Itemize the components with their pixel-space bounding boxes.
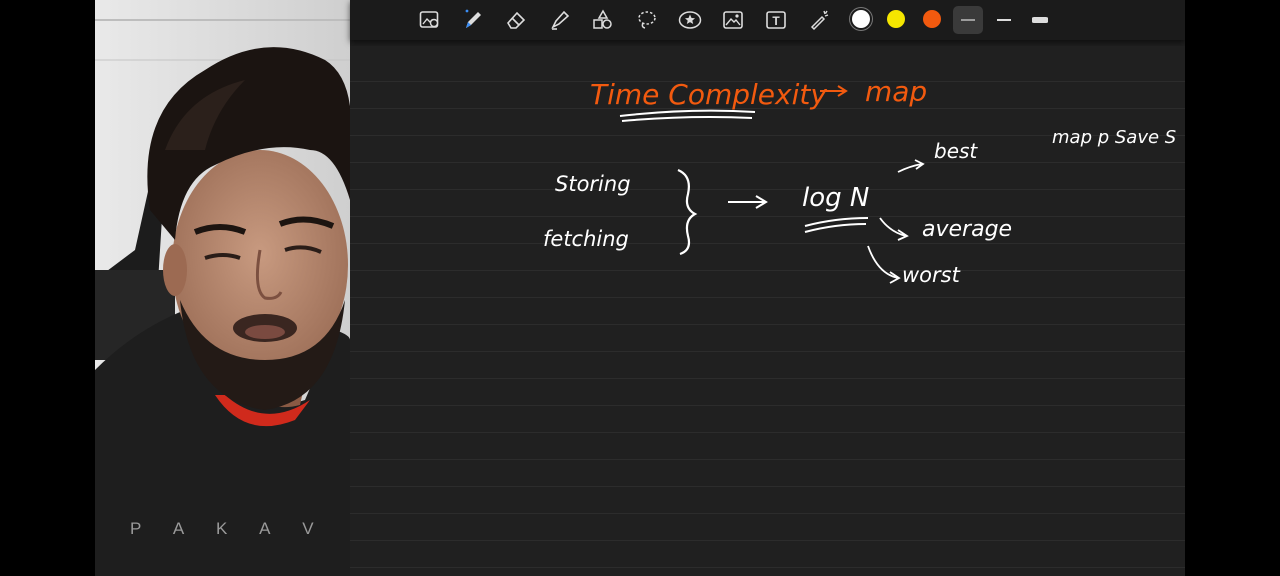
star-sticker-icon[interactable] xyxy=(675,6,705,34)
lasso-icon[interactable] xyxy=(632,6,662,34)
hoodie-print: P A K A V xyxy=(130,519,328,538)
note-canvas[interactable]: Time Complexity map Storing fetching log… xyxy=(350,46,1185,576)
text-tool-glyph: T xyxy=(772,14,780,28)
laser-pointer-icon[interactable] xyxy=(804,6,834,34)
color-orange-swatch[interactable] xyxy=(923,10,941,28)
operation-fetching: fetching xyxy=(543,227,629,251)
stroke-medium-button[interactable] xyxy=(989,6,1019,34)
handwriting-layer: Time Complexity map Storing fetching log… xyxy=(543,75,1176,287)
presenter-video: P A K A V xyxy=(95,0,350,576)
image-icon[interactable] xyxy=(718,6,748,34)
side-note: map p Save S xyxy=(1052,127,1176,148)
case-best: best xyxy=(934,139,978,163)
title-arrow-target: map xyxy=(865,75,927,108)
stroke-thick-button[interactable] xyxy=(1025,6,1055,34)
curly-brace xyxy=(677,168,698,256)
stroke-thin-button[interactable] xyxy=(953,6,983,34)
image-search-icon[interactable] xyxy=(415,6,445,34)
letterbox-left xyxy=(0,0,95,576)
webcam-feed: P A K A V xyxy=(95,0,350,576)
notes-app: T Time Complexity map Storing fetching l… xyxy=(350,0,1185,576)
note-title: Time Complexity xyxy=(590,78,827,111)
color-yellow-swatch[interactable] xyxy=(887,10,905,28)
highlighter-icon[interactable] xyxy=(545,6,575,34)
operation-storing: Storing xyxy=(555,172,631,196)
eraser-icon[interactable] xyxy=(501,6,531,34)
case-average: average xyxy=(922,217,1012,242)
case-worst: worst xyxy=(902,263,961,287)
pen-icon[interactable] xyxy=(458,6,488,34)
text-box-icon[interactable]: T xyxy=(761,6,791,34)
drawing-toolbar: T xyxy=(350,0,1185,40)
letterbox-right xyxy=(1185,0,1280,576)
shapes-icon[interactable] xyxy=(588,6,618,34)
color-white-swatch[interactable] xyxy=(852,10,870,28)
complexity-value: log N xyxy=(802,183,869,213)
